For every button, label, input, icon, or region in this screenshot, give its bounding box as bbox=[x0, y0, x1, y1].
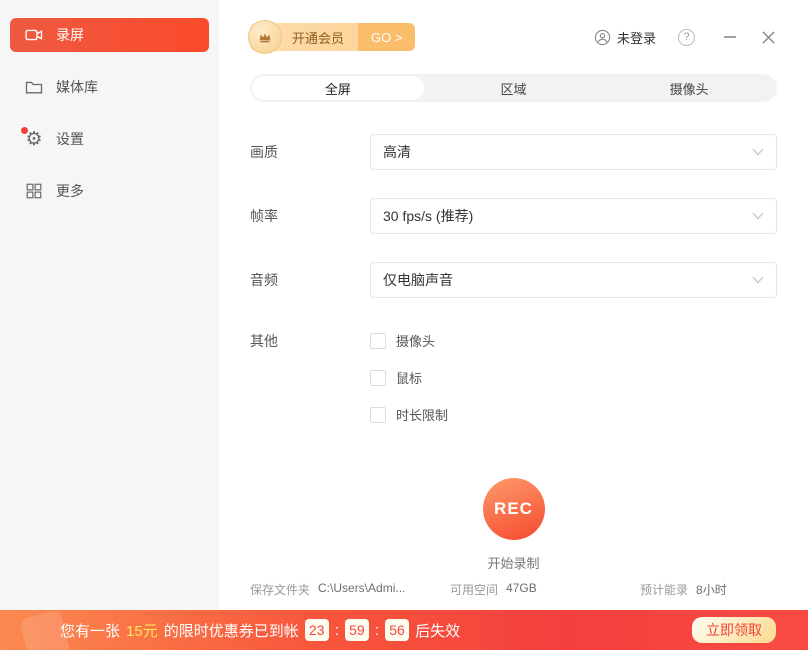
close-button[interactable] bbox=[759, 28, 777, 46]
fps-label: 帧率 bbox=[250, 206, 370, 226]
login-label: 未登录 bbox=[617, 28, 656, 47]
fps-value: 30 fps/s (推荐) bbox=[383, 206, 473, 226]
sidebar-item-label: 媒体库 bbox=[56, 77, 98, 97]
sidebar-item-label: 更多 bbox=[56, 181, 84, 201]
video-camera-icon bbox=[24, 25, 44, 45]
audio-select[interactable]: 仅电脑声音 bbox=[370, 262, 777, 298]
record-section: REC 开始录制 bbox=[250, 478, 777, 572]
countdown-hours: 23 bbox=[305, 619, 329, 641]
minimize-button[interactable] bbox=[721, 28, 739, 46]
notification-dot bbox=[21, 127, 28, 134]
folder-icon bbox=[24, 77, 44, 97]
help-icon[interactable]: ? bbox=[678, 29, 695, 46]
status-bar: 保存文件夹 C:\Users\Admi... 可用空间 47GB 预计能录 8小… bbox=[250, 581, 777, 598]
quality-select[interactable]: 高清 bbox=[370, 134, 777, 170]
countdown-separator: : bbox=[335, 622, 339, 639]
sidebar-item-label: 录屏 bbox=[56, 25, 84, 45]
coupon-prefix: 您有一张 bbox=[60, 620, 120, 641]
tab-camera[interactable]: 摄像头 bbox=[603, 76, 775, 100]
save-folder-label: 保存文件夹 bbox=[250, 581, 310, 598]
free-space-value: 47GB bbox=[506, 581, 537, 598]
sidebar-item-record[interactable]: 录屏 bbox=[10, 18, 209, 52]
app-window: 录屏 媒体库 ⚙ 设置 更多 bbox=[0, 0, 808, 650]
audio-label: 音频 bbox=[250, 270, 370, 290]
checkbox-icon[interactable] bbox=[370, 407, 386, 423]
estimate-value: 8小时 bbox=[696, 581, 727, 598]
fps-select[interactable]: 30 fps/s (推荐) bbox=[370, 198, 777, 234]
estimate-label: 预计能录 bbox=[640, 581, 688, 598]
countdown-separator: : bbox=[375, 622, 379, 639]
checkbox-label: 时长限制 bbox=[396, 405, 448, 424]
checkbox-camera[interactable]: 摄像头 bbox=[370, 331, 448, 350]
checkbox-label: 摄像头 bbox=[396, 331, 435, 350]
window-controls: 未登录 ? bbox=[594, 28, 777, 47]
countdown-minutes: 59 bbox=[345, 619, 369, 641]
chevron-down-icon bbox=[752, 212, 764, 220]
login-button[interactable]: 未登录 bbox=[594, 28, 656, 47]
user-icon bbox=[594, 29, 611, 46]
checkbox-mouse[interactable]: 鼠标 bbox=[370, 368, 448, 387]
record-button[interactable]: REC bbox=[483, 478, 545, 540]
countdown-seconds: 56 bbox=[385, 619, 409, 641]
quality-label: 画质 bbox=[250, 142, 370, 162]
other-label: 其他 bbox=[250, 331, 370, 442]
save-folder-value[interactable]: C:\Users\Admi... bbox=[318, 581, 405, 598]
sidebar: 录屏 媒体库 ⚙ 设置 更多 bbox=[0, 0, 219, 650]
sidebar-item-label: 设置 bbox=[56, 129, 84, 149]
chevron-down-icon bbox=[752, 148, 764, 156]
record-caption: 开始录制 bbox=[487, 553, 539, 572]
grid-icon bbox=[24, 181, 44, 201]
free-space-label: 可用空间 bbox=[450, 581, 498, 598]
chevron-down-icon bbox=[752, 276, 764, 284]
main-panel: 开通会员 GO > 未登录 ? 全屏 区域 摄像头 bbox=[219, 0, 808, 650]
coupon-amount: 15元 bbox=[126, 620, 158, 641]
claim-coupon-button[interactable]: 立即领取 bbox=[692, 617, 776, 643]
fps-row: 帧率 30 fps/s (推荐) bbox=[250, 198, 777, 234]
vip-label: 开通会员 bbox=[286, 28, 358, 47]
checkbox-icon[interactable] bbox=[370, 370, 386, 386]
coupon-banner: 您有一张 15元 的限时优惠券已到帐 23 : 59 : 56 后失效 立即领取 bbox=[0, 610, 808, 650]
gear-icon: ⚙ bbox=[24, 129, 44, 149]
capture-mode-tabs: 全屏 区域 摄像头 bbox=[250, 74, 777, 102]
checkbox-icon[interactable] bbox=[370, 333, 386, 349]
other-row: 其他 摄像头 鼠标 时长限制 bbox=[250, 331, 777, 442]
coupon-suffix: 后失效 bbox=[415, 620, 460, 641]
checkbox-duration-limit[interactable]: 时长限制 bbox=[370, 405, 448, 424]
quality-value: 高清 bbox=[383, 142, 411, 162]
coupon-middle: 的限时优惠券已到帐 bbox=[164, 620, 299, 641]
sidebar-item-more[interactable]: 更多 bbox=[10, 174, 209, 208]
sidebar-item-media-library[interactable]: 媒体库 bbox=[10, 70, 209, 104]
coupon-message: 您有一张 15元 的限时优惠券已到帐 23 : 59 : 56 后失效 bbox=[60, 619, 460, 641]
checkbox-label: 鼠标 bbox=[396, 368, 422, 387]
tab-fullscreen[interactable]: 全屏 bbox=[252, 76, 424, 100]
sidebar-item-settings[interactable]: ⚙ 设置 bbox=[10, 122, 209, 156]
topbar: 开通会员 GO > 未登录 ? bbox=[250, 22, 777, 52]
quality-row: 画质 高清 bbox=[250, 134, 777, 170]
vip-go-button[interactable]: GO > bbox=[358, 23, 415, 51]
crown-icon bbox=[248, 20, 282, 54]
vip-upgrade-button[interactable]: 开通会员 GO > bbox=[250, 23, 415, 51]
tab-region[interactable]: 区域 bbox=[428, 76, 600, 100]
audio-row: 音频 仅电脑声音 bbox=[250, 262, 777, 298]
audio-value: 仅电脑声音 bbox=[383, 270, 453, 290]
